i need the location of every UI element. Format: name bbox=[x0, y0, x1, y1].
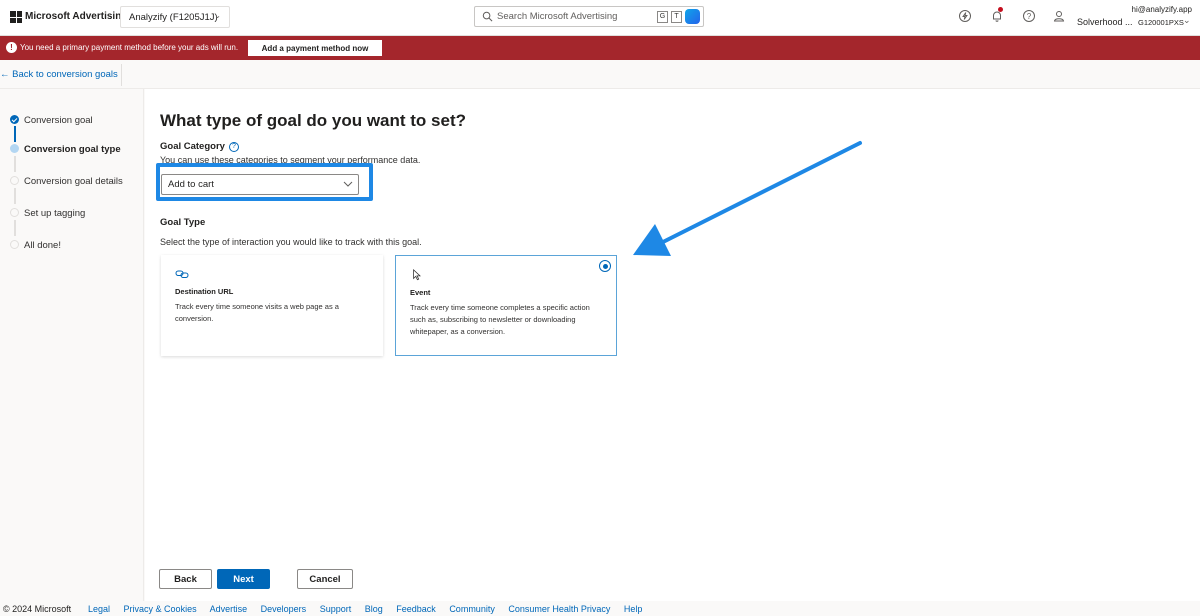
cursor-icon bbox=[413, 269, 421, 281]
step-conversion-goal-type[interactable]: Conversion goal type bbox=[24, 144, 121, 155]
step-conversion-goal-details[interactable]: Conversion goal details bbox=[24, 176, 123, 187]
help-icon[interactable]: ? bbox=[1022, 9, 1036, 23]
goal-category-label: Goal Category bbox=[160, 141, 225, 152]
step-pending-icon bbox=[10, 240, 19, 249]
step-pending-icon bbox=[10, 176, 19, 185]
footer-link-consumer-health-privacy[interactable]: Consumer Health Privacy bbox=[508, 604, 610, 614]
step-set-up-tagging[interactable]: Set up tagging bbox=[24, 208, 85, 219]
link-icon bbox=[175, 270, 189, 278]
shortcut-key-g: G bbox=[657, 11, 668, 23]
cancel-button[interactable]: Cancel bbox=[297, 569, 353, 589]
next-button[interactable]: Next bbox=[217, 569, 270, 589]
annotation-arrow-icon bbox=[633, 141, 862, 256]
destination-url-card[interactable]: Destination URL Track every time someone… bbox=[161, 255, 383, 356]
footer-link-community[interactable]: Community bbox=[449, 604, 495, 614]
event-card[interactable]: Event Track every time someone completes… bbox=[395, 255, 617, 356]
shortcut-key-t: T bbox=[671, 11, 682, 23]
divider bbox=[121, 64, 122, 86]
page-title: What type of goal do you want to set? bbox=[160, 111, 466, 130]
main-panel: What type of goal do you want to set? Go… bbox=[145, 89, 1200, 601]
goal-type-label: Goal Type bbox=[160, 217, 206, 228]
card-title: Destination URL bbox=[175, 287, 234, 296]
lightning-icon[interactable] bbox=[958, 9, 972, 23]
step-connector bbox=[14, 188, 16, 204]
footer-link-advertise[interactable]: Advertise bbox=[210, 604, 248, 614]
footer-link-support[interactable]: Support bbox=[320, 604, 352, 614]
help-icon[interactable]: ? bbox=[229, 142, 239, 152]
chevron-down-icon[interactable]: ⌄ bbox=[1183, 15, 1191, 26]
card-description: Track every time someone completes a spe… bbox=[410, 303, 590, 336]
step-current-icon bbox=[10, 144, 19, 153]
footer-link-privacy[interactable]: Privacy & Cookies bbox=[124, 604, 197, 614]
error-icon: ! bbox=[6, 42, 17, 53]
goal-category-value: Add to cart bbox=[168, 179, 214, 190]
step-connector bbox=[14, 126, 16, 142]
card-title: Event bbox=[410, 288, 431, 297]
back-button[interactable]: Back bbox=[159, 569, 212, 589]
search-placeholder: Search Microsoft Advertising bbox=[497, 11, 618, 22]
footer-link-legal[interactable]: Legal bbox=[88, 604, 110, 614]
search-input[interactable]: Search Microsoft Advertising G T bbox=[474, 6, 704, 27]
footer: © 2024 Microsoft Legal Privacy & Cookies… bbox=[0, 601, 1200, 616]
chevron-down-icon bbox=[343, 181, 353, 187]
user-name[interactable]: Solverhood ... bbox=[1077, 17, 1133, 27]
step-complete-icon bbox=[10, 115, 19, 124]
step-connector bbox=[14, 156, 16, 172]
step-pending-icon bbox=[10, 208, 19, 217]
goal-type-description: Select the type of interaction you would… bbox=[160, 237, 422, 247]
top-bar: Microsoft Advertising Analyzify (F1205J1… bbox=[0, 0, 1200, 36]
search-icon bbox=[482, 11, 493, 22]
footer-link-developers[interactable]: Developers bbox=[261, 604, 307, 614]
step-conversion-goal[interactable]: Conversion goal bbox=[24, 115, 93, 126]
step-all-done[interactable]: All done! bbox=[24, 240, 61, 251]
svg-text:?: ? bbox=[1027, 12, 1032, 21]
card-description: Track every time someone visits a web pa… bbox=[175, 302, 339, 323]
step-connector bbox=[14, 220, 16, 236]
footer-links: Legal Privacy & Cookies Advertise Develo… bbox=[88, 604, 653, 614]
brand-name[interactable]: Microsoft Advertising bbox=[25, 11, 127, 22]
back-to-conversion-goals-link[interactable]: ← Back to conversion goals bbox=[0, 69, 118, 80]
back-bar: ← Back to conversion goals bbox=[0, 60, 1200, 89]
user-icon[interactable] bbox=[1052, 9, 1066, 23]
footer-link-feedback[interactable]: Feedback bbox=[396, 604, 436, 614]
payment-alert-banner: ! You need a primary payment method befo… bbox=[0, 36, 1200, 60]
microsoft-logo-icon[interactable] bbox=[10, 11, 22, 23]
copyright: © 2024 Microsoft bbox=[3, 604, 72, 614]
copilot-icon[interactable] bbox=[685, 9, 700, 24]
stepper-sidebar: Conversion goal Conversion goal type Con… bbox=[0, 89, 144, 601]
goal-category-dropdown[interactable]: Add to cart bbox=[161, 174, 359, 195]
account-name: Analyzify (F1205J1J) bbox=[129, 12, 218, 23]
footer-link-help[interactable]: Help bbox=[624, 604, 643, 614]
chevron-down-icon: ⌄ bbox=[214, 11, 221, 20]
notification-dot bbox=[998, 7, 1003, 12]
account-selector[interactable]: Analyzify (F1205J1J) ⌄ bbox=[120, 6, 230, 28]
add-payment-method-button[interactable]: Add a payment method now bbox=[248, 40, 382, 56]
user-id: G120001PXS bbox=[1138, 18, 1184, 27]
user-email[interactable]: hi@analyzify.app bbox=[1132, 5, 1192, 14]
event-radio-selected[interactable] bbox=[599, 260, 611, 272]
footer-link-blog[interactable]: Blog bbox=[365, 604, 383, 614]
alert-message: You need a primary payment method before… bbox=[20, 43, 239, 52]
